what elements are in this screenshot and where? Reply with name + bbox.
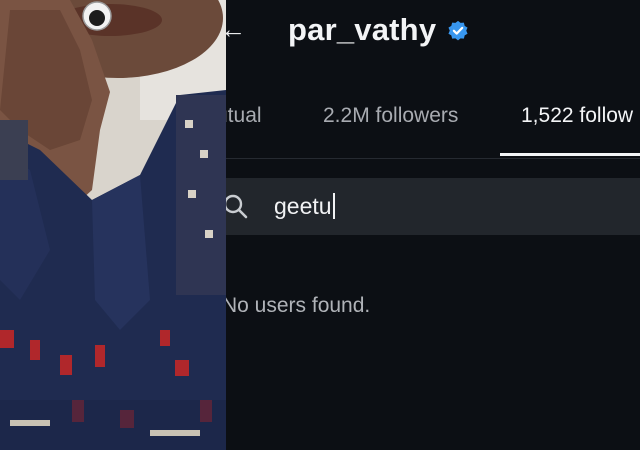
profile-photo <box>0 0 226 450</box>
search-query-text: geetu <box>274 193 332 219</box>
search-input[interactable]: geetu <box>274 191 335 221</box>
tab-followers[interactable]: 2.2M followers <box>323 104 458 128</box>
no-results-message: No users found. <box>226 294 371 317</box>
tab-following[interactable]: 1,522 follow <box>521 104 633 128</box>
back-arrow-icon[interactable]: ← <box>226 16 246 42</box>
text-caret <box>332 193 335 219</box>
search-icon <box>226 194 248 219</box>
followers-panel: ← par_vathy utual 2.2M followers 1,522 f… <box>226 0 640 450</box>
profile-header: ← par_vathy <box>226 0 640 68</box>
search-bar[interactable]: geetu <box>226 178 640 235</box>
tab-mutual[interactable]: utual <box>226 104 262 128</box>
tabs-divider <box>226 158 640 159</box>
username-title: par_vathy <box>288 12 437 47</box>
follow-tabs: utual 2.2M followers 1,522 follow <box>226 96 640 158</box>
verified-badge-icon <box>448 20 468 41</box>
active-tab-indicator <box>500 153 640 156</box>
